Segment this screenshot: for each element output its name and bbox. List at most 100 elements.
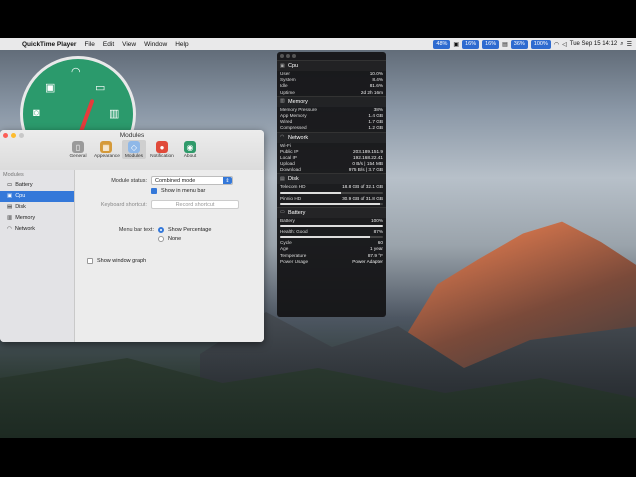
sidebar-item-label: Network	[14, 226, 35, 232]
section-title: Battery	[288, 209, 306, 216]
sidebar-item-label: Cpu	[15, 193, 26, 199]
chevron-updown-icon: ⇕	[223, 177, 232, 184]
disk-section: ▤ Disk Telecom HD 18.8 GB of 32.1 GB Pinnio …	[277, 173, 386, 205]
window-title: Modules	[119, 132, 145, 139]
disk-icon[interactable]: ▤	[502, 41, 508, 48]
stat-row: Telecom HD 18.8 GB of 32.1 GB	[277, 184, 386, 190]
stat-label: Download	[280, 167, 301, 173]
window-titlebar: Modules ▯ General ▦ Appearance ◇ Modules ● Noti…	[0, 130, 264, 171]
sidebar-item-memory[interactable]: ▥ Memory	[0, 213, 74, 224]
stat-value: Power Adapter	[352, 258, 383, 264]
toolbar-modules[interactable]: ◇ Modules	[122, 140, 146, 159]
menu-view[interactable]: View	[122, 41, 136, 48]
stat-label: Power Usage	[280, 258, 309, 264]
cpu-icon: ▣	[280, 62, 285, 69]
stat-label: Compressed	[280, 125, 307, 131]
notification-icon: ●	[156, 141, 168, 153]
status-item-5[interactable]: 100%	[530, 39, 551, 49]
toolbar-notification[interactable]: ● Notification	[150, 140, 174, 159]
module-status-select[interactable]: Combined mode ⇕	[151, 176, 233, 185]
preferences-window: Modules ▯ General ▦ Appearance ◇ Modules ● Noti…	[0, 130, 264, 342]
network-section: ◠ Network Wi-Fi Public IP 203.189.151.9 Local…	[277, 131, 386, 174]
spotlight-icon[interactable]: ⌕	[620, 41, 623, 48]
memory-icon: ▥	[7, 215, 13, 221]
stat-label: Uptime	[280, 89, 295, 95]
stat-label: Pinnio HD	[280, 195, 302, 201]
status-item-3[interactable]: 16%	[482, 39, 500, 49]
modules-icon: ◇	[128, 141, 140, 153]
section-title: Cpu	[288, 63, 299, 69]
disk-header[interactable]: ▤ Disk	[277, 174, 386, 185]
stat-value: 18.8 GB of 32.1 GB	[342, 184, 383, 190]
show-window-graph-checkbox[interactable]	[87, 258, 93, 264]
cpu-icon: ▣	[7, 193, 13, 199]
module-settings-pane: Module status: Combined mode ⇕ Show in m…	[75, 170, 264, 342]
show-in-menubar-checkbox[interactable]	[151, 188, 157, 194]
sidebar-item-cpu[interactable]: ▣ Cpu	[0, 191, 74, 202]
show-percentage-label: Show Percentage	[168, 227, 212, 233]
menu-window[interactable]: Window	[144, 41, 167, 48]
stat-row: Power Usage Power Adapter	[277, 259, 386, 265]
app-menu[interactable]: QuickTime Player	[22, 41, 76, 48]
status-item-1[interactable]: 48%	[433, 39, 451, 49]
stat-label: Battery	[280, 217, 295, 223]
sidebar-header: Modules	[3, 172, 24, 178]
stat-label: Telecom HD	[280, 184, 306, 190]
show-in-menubar-label: Show in menu bar	[161, 188, 206, 194]
menu-file[interactable]: File	[84, 41, 94, 48]
toolbar-label: Appearance	[94, 154, 120, 159]
disk-icon: ◙	[33, 107, 40, 119]
none-radio[interactable]	[158, 236, 164, 242]
stat-value: 1.2 GB	[368, 125, 383, 131]
cpu-header[interactable]: ▣ Cpu	[277, 61, 386, 71]
show-percentage-radio[interactable]	[158, 227, 164, 233]
module-status-label: Module status:	[111, 177, 147, 184]
toolbar-general[interactable]: ▯ General	[66, 140, 90, 159]
wifi-icon[interactable]: ◠	[554, 41, 559, 48]
preferences-toolbar: ▯ General ▦ Appearance ◇ Modules ● Notification…	[66, 140, 202, 159]
datetime[interactable]: Tue Sep 15 14:12	[570, 41, 617, 47]
sidebar-item-disk[interactable]: ▤ Disk	[0, 202, 74, 213]
memory-icon: ▥	[109, 108, 120, 120]
network-header[interactable]: ◠ Network	[277, 132, 386, 143]
notification-center-icon[interactable]: ☰	[627, 41, 632, 48]
section-title: Network	[288, 134, 309, 141]
battery-header[interactable]: ▭ Battery	[277, 207, 386, 218]
none-label: None	[168, 236, 182, 242]
battery-section: ▭ Battery Battery 100% Health: Good 87% Cycle 6…	[277, 206, 386, 265]
appearance-icon: ▦	[100, 141, 112, 153]
usage-bar	[280, 202, 383, 205]
memory-header[interactable]: ▥ Memory	[277, 96, 386, 107]
status-area: 48% ▣ 16% 16% ▤ 36% 100% ◠ ◁ Tue Sep 15 …	[433, 39, 636, 49]
section-title: Disk	[288, 176, 299, 183]
sidebar-item-battery[interactable]: ▭ Battery	[0, 180, 74, 191]
panel-minimize-button[interactable]	[286, 54, 290, 58]
menu-help[interactable]: Help	[175, 41, 188, 48]
volume-icon[interactable]: ◁	[562, 41, 567, 48]
stat-row: Pinnio HD 30.9 GB of 31.8 GB	[277, 196, 386, 202]
status-item-2[interactable]: 16%	[462, 39, 480, 49]
memory-section: ▥ Memory Memory Pressure 38% App Memory 1.4 G…	[277, 95, 386, 132]
sidebar-item-label: Memory	[15, 215, 36, 221]
stat-row: Health: Good 87%	[277, 229, 386, 235]
panel-close-button[interactable]	[280, 54, 284, 58]
cpu-icon[interactable]: ▣	[453, 41, 459, 48]
keyboard-shortcut-label: Keyboard shortcut:	[100, 201, 147, 208]
record-shortcut-field[interactable]: Record shortcut	[151, 200, 239, 209]
stat-value: 100%	[371, 217, 383, 223]
stat-value: 975 B/s | 3.7 GB	[348, 167, 383, 173]
toolbar-appearance[interactable]: ▦ Appearance	[94, 140, 120, 159]
disk-icon: ▤	[280, 175, 285, 182]
wifi-icon: ◠	[71, 66, 81, 78]
cpu-section: ▣ Cpu User 10.0% System 8.4% Idle 81.6% Uptime 2d…	[277, 60, 386, 96]
stat-value: 2d 2h 16m	[360, 89, 383, 95]
stat-row: Battery 100%	[277, 218, 386, 224]
network-icon: ◠	[7, 226, 12, 232]
sidebar-item-network[interactable]: ◠ Network	[0, 224, 74, 235]
panel-zoom-button[interactable]	[292, 54, 296, 58]
section-title: Memory	[288, 98, 308, 105]
status-item-4[interactable]: 36%	[510, 39, 528, 49]
toolbar-about[interactable]: ◉ About	[178, 140, 202, 159]
menu-edit[interactable]: Edit	[103, 41, 114, 48]
module-status-value: Combined mode	[155, 177, 196, 184]
